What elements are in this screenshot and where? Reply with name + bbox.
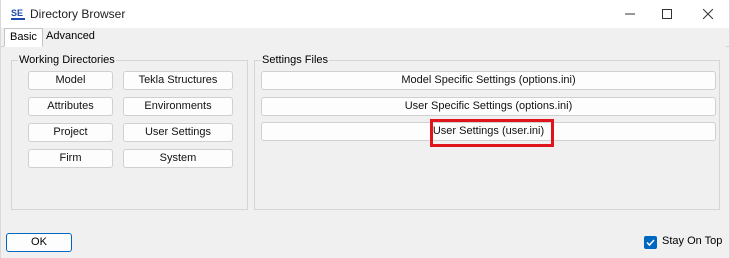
tab-basic[interactable]: Basic: [4, 28, 43, 47]
minimize-icon: [625, 13, 635, 15]
system-dir-button[interactable]: System: [123, 149, 233, 168]
tab-basic-label: Basic: [10, 31, 37, 43]
ok-button[interactable]: OK: [6, 233, 72, 252]
close-button[interactable]: [685, 0, 730, 28]
stay-on-top-label[interactable]: Stay On Top: [662, 235, 722, 247]
model-dir-button[interactable]: Model: [28, 71, 113, 90]
tekla-structures-dir-button[interactable]: Tekla Structures: [123, 71, 233, 90]
maximize-button[interactable]: [644, 0, 690, 28]
model-specific-settings-button[interactable]: Model Specific Settings (options.ini): [261, 71, 716, 90]
window-title: Directory Browser: [30, 7, 126, 21]
settings-files-label: Settings Files: [261, 54, 330, 67]
tab-advanced[interactable]: Advanced: [41, 28, 100, 46]
basic-tab-panel: Working Directories Model Tekla Structur…: [4, 46, 726, 226]
tab-strip: Basic Advanced: [1, 28, 729, 47]
checkmark-icon: [646, 239, 655, 247]
working-directories-label: Working Directories: [18, 54, 116, 67]
project-dir-button[interactable]: Project: [28, 123, 113, 142]
user-specific-settings-button[interactable]: User Specific Settings (options.ini): [261, 97, 716, 116]
environments-dir-button[interactable]: Environments: [123, 97, 233, 116]
title-bar[interactable]: S E Directory Browser: [1, 0, 729, 28]
app-logo-icon: S E: [10, 6, 26, 22]
svg-text:E: E: [17, 8, 23, 18]
directory-browser-window: S E Directory Browser Basic Advanced Wor…: [0, 0, 730, 258]
stay-on-top-checkbox[interactable]: [644, 236, 657, 249]
tab-advanced-label: Advanced: [46, 30, 95, 42]
attributes-dir-button[interactable]: Attributes: [28, 97, 113, 116]
working-directories-group: Working Directories Model Tekla Structur…: [11, 54, 248, 210]
firm-dir-button[interactable]: Firm: [28, 149, 113, 168]
user-settings-dir-button[interactable]: User Settings: [123, 123, 233, 142]
close-icon: [703, 9, 713, 19]
maximize-icon: [662, 9, 672, 19]
bottom-bar: OK Stay On Top: [1, 226, 729, 258]
highlight-box: [430, 119, 554, 147]
